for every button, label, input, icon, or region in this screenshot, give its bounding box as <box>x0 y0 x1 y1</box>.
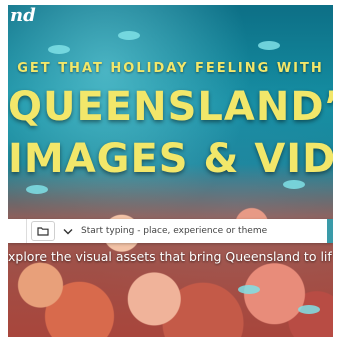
folder-icon <box>37 227 49 236</box>
fish-decoration <box>48 45 70 54</box>
search-input[interactable] <box>81 221 327 241</box>
chevron-down-icon <box>63 228 73 234</box>
search-submit-button[interactable] <box>327 219 333 243</box>
fish-decoration <box>238 285 260 294</box>
hero-headline-line2: IMAGES & VIDEO <box>8 136 333 182</box>
hero-kicker: GET THAT HOLIDAY FEELING WITH <box>17 61 324 76</box>
hero-headline-line1: QUEENSLAND’S <box>8 84 333 130</box>
site-logo[interactable]: nd <box>10 5 36 26</box>
search-left-segment[interactable] <box>8 219 27 243</box>
hero-banner: nd GET THAT HOLIDAY FEELING WITH QUEENSL… <box>8 5 333 337</box>
hero-tagline: xplore the visual assets that bring Quee… <box>8 249 332 264</box>
fish-decoration <box>258 41 280 50</box>
folder-button[interactable] <box>31 221 55 241</box>
fish-decoration <box>298 305 320 314</box>
search-bar <box>8 219 333 243</box>
fish-decoration <box>118 31 140 40</box>
fish-decoration <box>26 185 48 194</box>
category-dropdown-button[interactable] <box>59 222 77 240</box>
